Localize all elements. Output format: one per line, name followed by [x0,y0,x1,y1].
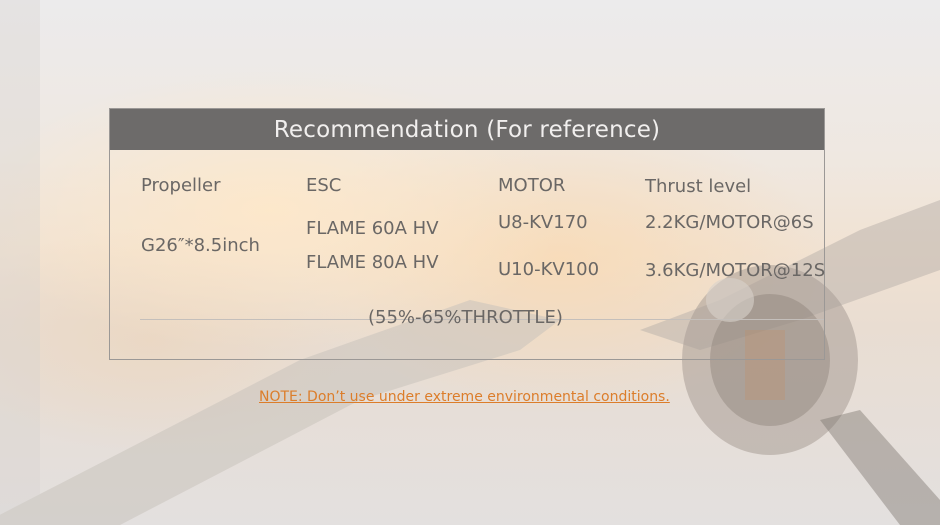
thrust-item: 3.6KG/MOTOR@12S [645,260,826,281]
column-header-thrust: Thrust level [645,176,752,197]
column-header-propeller: Propeller [141,175,221,196]
motor-item: U8-KV170 [498,212,588,233]
note-link[interactable]: NOTE: Don’t use under extreme environmen… [259,389,670,405]
card-title: Recommendation (For reference) [273,116,661,143]
propeller-value: G26″*8.5inch [141,235,260,256]
recommendation-card: Recommendation (For reference) Propeller… [109,108,825,360]
thrust-item: 2.2KG/MOTOR@6S [645,212,814,233]
column-header-motor: MOTOR [498,175,566,196]
esc-item: FLAME 60A HV [306,218,439,239]
card-header: Recommendation (For reference) [110,109,824,150]
throttle-label: (55%-65%THROTTLE) [368,307,563,328]
throttle-row: (55%-65%THROTTLE) [140,307,824,331]
column-header-esc: ESC [306,175,342,196]
motor-item: U10-KV100 [498,259,600,280]
esc-item: FLAME 80A HV [306,252,439,273]
